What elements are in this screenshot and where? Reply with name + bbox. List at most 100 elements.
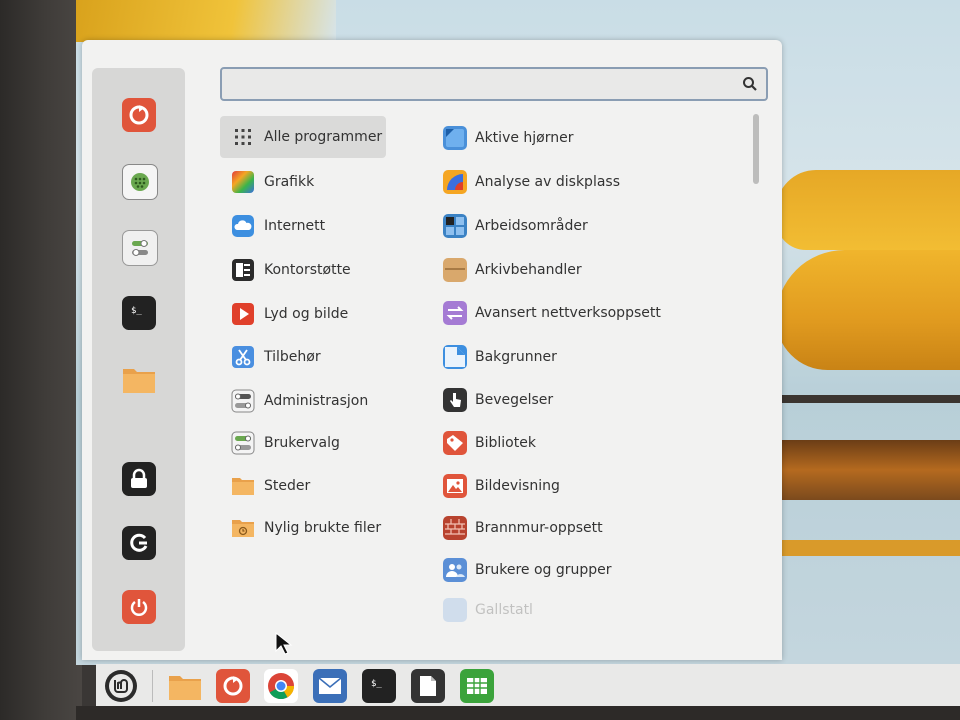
wallpaper-swirl xyxy=(776,440,960,500)
monitor-bezel-bottom xyxy=(76,706,960,720)
search-icon[interactable] xyxy=(742,76,758,96)
logout-icon[interactable] xyxy=(122,526,156,560)
mail-icon[interactable] xyxy=(313,669,347,703)
favorites-sidebar: $_ xyxy=(92,68,185,651)
app-advanced-network[interactable]: Avansert nettverksoppsett xyxy=(440,293,740,333)
grid-icon xyxy=(231,125,255,149)
scissors-icon xyxy=(231,345,255,369)
update-manager-icon[interactable] xyxy=(216,669,250,703)
wallpaper-swirl xyxy=(776,170,960,250)
category-label: Lyd og bilde xyxy=(264,306,349,322)
category-label: Brukervalg xyxy=(264,435,340,451)
category-label: Grafikk xyxy=(264,174,315,190)
backgrounds-icon xyxy=(443,345,467,369)
archive-icon xyxy=(443,258,467,282)
lock-icon[interactable] xyxy=(122,462,156,496)
taskbar-separator xyxy=(152,670,153,702)
category-label: Tilbehør xyxy=(264,349,321,365)
recent-folder-icon xyxy=(231,516,255,540)
app-gestures[interactable]: Bevegelser xyxy=(440,380,740,420)
category-administration[interactable]: Administrasjon xyxy=(220,380,386,422)
spreadsheet-icon[interactable] xyxy=(460,669,494,703)
play-icon xyxy=(231,302,255,326)
wallpaper-swirl xyxy=(776,540,960,556)
app-hot-corners[interactable]: Aktive hjørner xyxy=(440,118,740,158)
search-box xyxy=(220,67,768,101)
folder-icon[interactable] xyxy=(168,669,202,703)
app-workspaces[interactable]: Arbeidsområder xyxy=(440,206,740,246)
faded-icon xyxy=(443,598,467,622)
category-accessories[interactable]: Tilbehør xyxy=(220,336,386,378)
app-label: Brannmur-oppsett xyxy=(475,520,603,536)
category-label: Internett xyxy=(264,218,326,234)
taskbar: $_ xyxy=(96,664,960,708)
mint-logo-icon[interactable] xyxy=(104,669,138,703)
workspaces-icon xyxy=(443,214,467,238)
disk-usage-icon xyxy=(443,170,467,194)
app-label: Bildevisning xyxy=(475,478,560,494)
app-label: Avansert nettverksoppsett xyxy=(475,305,661,321)
category-office[interactable]: Kontorstøtte xyxy=(220,249,386,291)
document-icon[interactable] xyxy=(411,669,445,703)
category-label: Alle programmer xyxy=(264,129,383,145)
settings-icon[interactable] xyxy=(122,230,158,266)
category-all-programs[interactable]: Alle programmer xyxy=(220,116,386,158)
graphics-icon xyxy=(231,170,255,194)
toggle-icon xyxy=(231,389,255,413)
search-input[interactable] xyxy=(228,73,732,97)
app-users-groups[interactable]: Brukere og grupper xyxy=(440,550,740,590)
update-manager-icon[interactable] xyxy=(122,98,156,132)
app-label: Bevegelser xyxy=(475,392,554,408)
category-label: Steder xyxy=(264,478,311,494)
wallpaper-swirl xyxy=(76,0,336,42)
application-menu: $_ Alle programmer Grafikk Internett Kon… xyxy=(82,40,782,660)
category-label: Administrasjon xyxy=(264,393,369,409)
category-sound-video[interactable]: Lyd og bilde xyxy=(220,293,386,335)
app-label: Gallstatl xyxy=(475,602,533,618)
category-recent-files[interactable]: Nylig brukte filer xyxy=(220,507,386,549)
app-label: Analyse av diskplass xyxy=(475,174,620,190)
app-label: Brukere og grupper xyxy=(475,562,612,578)
app-backgrounds[interactable]: Bakgrunner xyxy=(440,337,740,377)
app-image-viewer[interactable]: Bildevisning xyxy=(440,466,740,506)
power-icon[interactable] xyxy=(122,590,156,624)
hot-corner-icon xyxy=(443,126,467,150)
terminal-icon[interactable]: $_ xyxy=(362,669,396,703)
app-library[interactable]: Bibliotek xyxy=(440,423,740,463)
network-icon xyxy=(443,301,467,325)
app-label: Bakgrunner xyxy=(475,349,557,365)
category-label: Nylig brukte filer xyxy=(264,520,382,536)
users-icon xyxy=(443,558,467,582)
scrollbar-thumb[interactable] xyxy=(753,114,759,184)
office-icon xyxy=(231,258,255,282)
app-firewall[interactable]: Brannmur-oppsett xyxy=(440,508,740,548)
app-disk-usage[interactable]: Analyse av diskplass xyxy=(440,162,740,202)
svg-text:$_: $_ xyxy=(371,679,382,689)
category-places[interactable]: Steder xyxy=(220,465,386,507)
category-internet[interactable]: Internett xyxy=(220,205,386,247)
app-archive-manager[interactable]: Arkivbehandler xyxy=(440,250,740,290)
terminal-icon[interactable]: $_ xyxy=(122,296,156,330)
chrome-icon[interactable] xyxy=(264,669,298,703)
toggle-icon xyxy=(231,431,255,455)
wallpaper-swirl xyxy=(776,395,960,403)
gestures-icon xyxy=(443,388,467,412)
folder-icon xyxy=(231,474,255,498)
category-label: Kontorstøtte xyxy=(264,262,351,278)
folder-icon[interactable] xyxy=(122,362,156,396)
app-label: Aktive hjørner xyxy=(475,130,574,146)
svg-text:$_: $_ xyxy=(131,306,142,316)
mouse-cursor-icon xyxy=(275,631,293,660)
cloud-icon xyxy=(231,214,255,238)
software-manager-icon[interactable] xyxy=(122,164,158,200)
image-viewer-icon xyxy=(443,474,467,498)
category-preferences[interactable]: Brukervalg xyxy=(220,422,386,464)
app-partial[interactable]: Gallstatl xyxy=(440,590,740,630)
wallpaper-swirl xyxy=(776,250,960,370)
library-icon xyxy=(443,431,467,455)
monitor-bezel xyxy=(0,0,82,720)
category-graphics[interactable]: Grafikk xyxy=(220,161,386,203)
firewall-icon xyxy=(443,516,467,540)
app-label: Arbeidsområder xyxy=(475,218,588,234)
app-label: Bibliotek xyxy=(475,435,536,451)
